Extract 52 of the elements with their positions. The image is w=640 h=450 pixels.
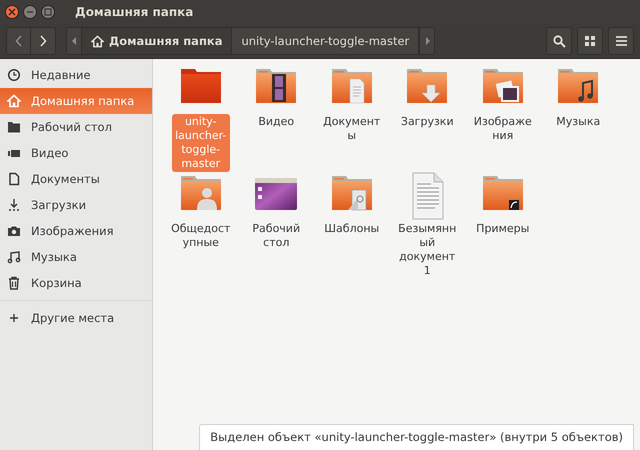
menu-icon	[616, 36, 626, 46]
file-name[interactable]: Общедоступные	[166, 221, 235, 251]
sidebar-item[interactable]: Корзина	[0, 270, 152, 296]
grid-icon	[585, 36, 595, 46]
file-name[interactable]: Примеры	[468, 221, 537, 237]
camera-icon	[7, 224, 21, 238]
path-button[interactable]: unity-launcher-toggle-master	[232, 27, 420, 55]
file-name[interactable]: Изображения	[468, 114, 537, 144]
triangle-right-icon	[424, 37, 430, 45]
file-name[interactable]: Загрузки	[393, 114, 462, 130]
file-name[interactable]: Шаблоны	[318, 221, 386, 237]
close-button[interactable]	[5, 5, 19, 19]
file-name[interactable]: Рабочий стол	[242, 221, 310, 251]
window-title: Домашняя папка	[75, 5, 194, 19]
sidebar-item[interactable]: Видео	[0, 140, 152, 166]
path-button[interactable]: Домашняя папка	[82, 27, 232, 55]
trash-icon	[7, 276, 21, 290]
clock-icon	[7, 68, 21, 82]
search-icon	[552, 34, 566, 48]
maximize-icon	[44, 8, 52, 16]
file-name[interactable]: Музыка	[544, 114, 612, 130]
folder-icon	[7, 120, 21, 134]
plus-icon	[7, 311, 21, 325]
back-button[interactable]	[6, 27, 31, 55]
document-icon	[7, 172, 21, 186]
music-icon	[7, 250, 21, 264]
scroll-right-button[interactable]	[419, 27, 436, 55]
home-icon	[91, 34, 104, 48]
file-name[interactable]: Документы	[318, 114, 386, 144]
sidebar-item[interactable]: Музыка	[0, 244, 152, 270]
minimize-button[interactable]	[23, 5, 37, 19]
home-icon	[7, 94, 21, 108]
file-name[interactable]: Видео	[242, 114, 310, 130]
sidebar-item[interactable]: Недавние	[0, 62, 152, 88]
triangle-left-icon	[72, 37, 76, 45]
status-text: Выделен объект «unity-launcher-toggle-master» (внутри 5 объектов)	[199, 424, 634, 450]
download-icon	[7, 198, 21, 212]
chevron-right-icon	[39, 35, 47, 47]
sidebar-item[interactable]: Документы	[0, 166, 152, 192]
chevron-left-icon	[14, 35, 22, 47]
sidebar-item[interactable]: Изображения	[0, 218, 152, 244]
sidebar-item[interactable]: Рабочий стол	[0, 114, 152, 140]
scroll-left-button[interactable]	[66, 27, 82, 55]
sidebar-item[interactable]: Загрузки	[0, 192, 152, 218]
view-grid-button[interactable]	[577, 27, 603, 55]
search-button[interactable]	[546, 27, 572, 55]
forward-button[interactable]	[31, 27, 56, 55]
menu-button[interactable]	[608, 27, 634, 55]
close-icon	[8, 8, 16, 16]
maximize-button[interactable]	[41, 5, 55, 19]
sidebar-item[interactable]: Другие места	[0, 305, 152, 331]
file-name[interactable]: Безымянный документ 1	[393, 221, 462, 279]
